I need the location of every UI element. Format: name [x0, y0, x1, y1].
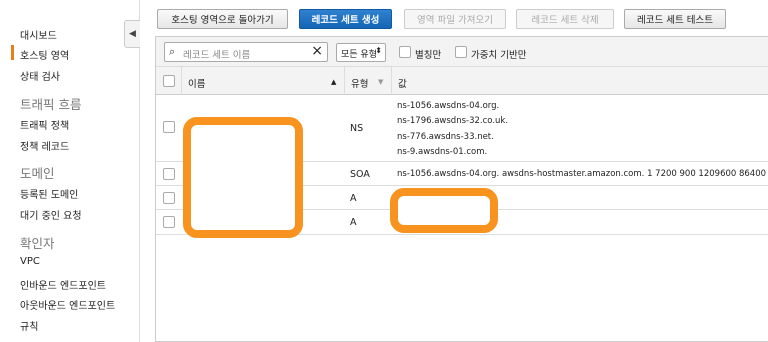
import-zone-file-button[interactable]: 영역 파일 가져오기: [404, 9, 506, 29]
record-type: NS: [350, 123, 364, 134]
filter-bar: ⌕ 레코드 세트 이름 × 모든 유형 ⬍ 별칭만 가중치 기반만: [156, 37, 768, 67]
weighted-only-checkbox[interactable]: [455, 46, 467, 58]
main-content: 호스팅 영역으로 돌아가기 레코드 세트 생성 영역 파일 가져오기 레코드 세…: [141, 0, 768, 342]
row-checkbox[interactable]: [163, 216, 175, 228]
redaction-box-names: [183, 117, 303, 238]
record-type: A: [350, 193, 357, 204]
sidebar-item-hosted-zones[interactable]: 호스팅 영역: [10, 45, 69, 62]
collapse-sidebar-icon[interactable]: ◀: [124, 20, 140, 48]
back-to-hosted-zones-button[interactable]: 호스팅 영역으로 돌아가기: [157, 9, 288, 29]
record-value: ns-1056.awsdns-04.org. awsdns-hostmaster…: [397, 169, 767, 179]
column-divider: [391, 67, 392, 95]
sidebar-item-pending-requests[interactable]: 대기 중인 요청: [20, 207, 82, 222]
record-type: A: [350, 217, 357, 228]
sort-icon[interactable]: ▼: [378, 78, 383, 86]
sidebar-item-dashboard[interactable]: 대시보드: [20, 27, 57, 42]
select-arrows-icon: ⬍: [375, 46, 382, 55]
search-icon: ⌕: [169, 45, 176, 58]
search-input[interactable]: ⌕ 레코드 세트 이름 ×: [164, 42, 328, 62]
sidebar-item-outbound-endpoints[interactable]: 아웃바운드 엔드포인트: [20, 297, 115, 312]
sidebar-item-traffic-policies[interactable]: 트래픽 정책: [20, 117, 69, 132]
sidebar-item-inbound-endpoints[interactable]: 인바운드 엔드포인트: [20, 277, 106, 292]
sidebar: 대시보드 호스팅 영역 상태 검사 트래픽 흐름 트래픽 정책 정책 레코드 도…: [0, 0, 140, 342]
delete-record-set-button[interactable]: 레코드 세트 삭제: [516, 9, 614, 29]
record-sets-panel: ⌕ 레코드 세트 이름 × 모든 유형 ⬍ 별칭만 가중치 기반만 이름 ▲ 유…: [155, 36, 768, 342]
chevron-left-icon: ◀: [129, 29, 136, 39]
record-value: ns-9.awsdns-01.com.: [397, 147, 488, 157]
type-filter-value: 모든 유형: [341, 50, 377, 60]
row-checkbox[interactable]: [163, 168, 175, 180]
record-value: ns-1796.awsdns-32.co.uk.: [397, 116, 509, 126]
redaction-box-values: [390, 188, 498, 233]
sort-ascending-icon[interactable]: ▲: [331, 78, 336, 86]
record-value: ns-1056.awsdns-04.org.: [397, 101, 500, 111]
alias-only-checkbox[interactable]: [399, 46, 411, 58]
row-checkbox[interactable]: [163, 192, 175, 204]
column-header-type[interactable]: 유형: [351, 76, 368, 90]
sidebar-item-rules[interactable]: 규칙: [20, 318, 38, 333]
toolbar: 호스팅 영역으로 돌아가기 레코드 세트 생성 영역 파일 가져오기 레코드 세…: [141, 0, 768, 36]
row-checkbox[interactable]: [163, 121, 175, 133]
alias-only-label: 별칭만: [415, 50, 442, 61]
sidebar-section-domains: 도메인: [20, 166, 55, 181]
sidebar-item-policy-records[interactable]: 정책 레코드: [20, 138, 69, 153]
column-header-value[interactable]: 값: [398, 76, 407, 90]
sidebar-item-registered-domains[interactable]: 등록된 도메인: [20, 186, 78, 201]
record-value: ns-776.awsdns-33.net.: [397, 132, 494, 142]
type-filter-select[interactable]: 모든 유형 ⬍: [336, 43, 386, 62]
search-placeholder: 레코드 세트 이름: [183, 50, 251, 61]
weighted-only-label: 가중치 기반만: [471, 50, 527, 61]
column-divider: [181, 67, 182, 95]
sidebar-section-traffic-flow: 트래픽 흐름: [20, 97, 82, 112]
column-divider: [344, 67, 345, 95]
clear-icon[interactable]: ×: [311, 43, 323, 59]
sidebar-item-health-checks[interactable]: 상태 검사: [20, 68, 60, 83]
create-record-set-button[interactable]: 레코드 세트 생성: [299, 9, 392, 29]
select-all-checkbox[interactable]: [163, 75, 175, 87]
sidebar-section-resolver: 확인자: [20, 236, 55, 251]
column-header-name[interactable]: 이름: [188, 76, 205, 90]
record-type: SOA: [350, 169, 370, 180]
sidebar-item-vpc[interactable]: VPC: [20, 256, 40, 267]
test-record-set-button[interactable]: 레코드 세트 테스트: [624, 9, 726, 29]
table-header: 이름 ▲ 유형 ▼ 값: [156, 67, 768, 95]
